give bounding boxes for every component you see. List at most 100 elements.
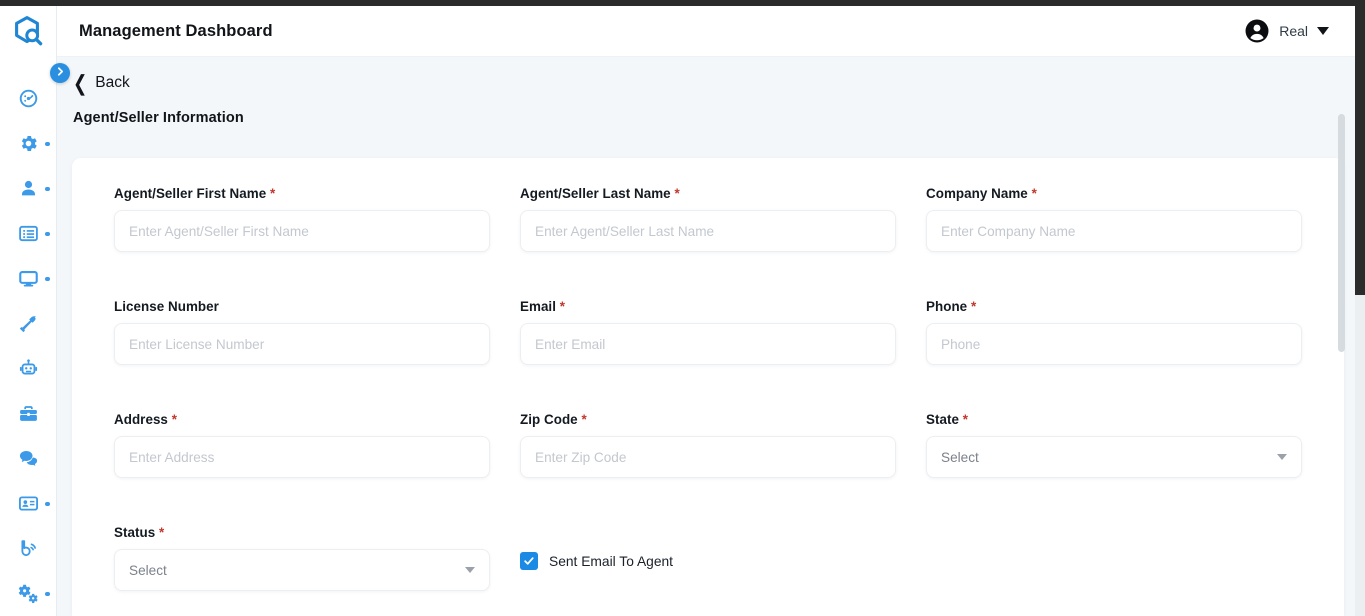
list-box-icon (18, 223, 39, 244)
required-asterisk: * (1031, 186, 1037, 201)
chat-bubbles-icon (18, 448, 39, 469)
app-header: Management Dashboard Real (57, 6, 1355, 57)
state-select[interactable]: Select (926, 436, 1302, 478)
account-circle-icon (1244, 18, 1270, 44)
email-input[interactable]: Enter Email (520, 323, 896, 365)
sidebar-item-jobs[interactable] (0, 391, 57, 436)
required-asterisk: * (159, 525, 165, 540)
sent-email-checkbox-row[interactable]: Sent Email To Agent (520, 525, 896, 570)
field-agent-first-name: Agent/Seller First Name * Enter Agent/Se… (114, 186, 490, 252)
gear-icon (18, 133, 39, 154)
license-number-input[interactable]: Enter License Number (114, 323, 490, 365)
person-icon (18, 178, 39, 199)
agent-first-name-input[interactable]: Enter Agent/Seller First Name (114, 210, 490, 252)
agent-last-name-input[interactable]: Enter Agent/Seller Last Name (520, 210, 896, 252)
speedometer-icon (18, 88, 39, 109)
field-label: Status * (114, 525, 165, 540)
field-zip-code: Zip Code * Enter Zip Code (520, 412, 896, 478)
required-asterisk: * (674, 186, 680, 201)
sidebar-item-listings[interactable] (0, 211, 57, 256)
sidebar-item-automation[interactable] (0, 346, 57, 391)
company-name-input[interactable]: Enter Company Name (926, 210, 1302, 252)
address-input[interactable]: Enter Address (114, 436, 490, 478)
sidebar-item-blog[interactable] (0, 526, 57, 571)
page-scrollbar-track[interactable] (1355, 0, 1365, 616)
field-label: Phone * (926, 299, 977, 314)
inner-scrollbar-track[interactable] (1338, 57, 1355, 616)
field-label: Address * (114, 412, 177, 427)
field-label: License Number (114, 299, 219, 314)
row-spacer (520, 365, 896, 412)
status-select-value: Select (129, 562, 167, 578)
sidebar-dot (45, 276, 50, 281)
form-card: Agent/Seller First Name * Enter Agent/Se… (72, 158, 1344, 616)
robot-icon (18, 358, 39, 379)
field-email: Email * Enter Email (520, 299, 896, 365)
chevron-down-icon (1277, 454, 1287, 460)
required-asterisk: * (962, 412, 969, 427)
sidebar (0, 6, 57, 616)
inner-scrollbar-thumb[interactable] (1338, 114, 1345, 352)
sidebar-item-users[interactable] (0, 166, 57, 211)
required-asterisk: * (171, 412, 177, 427)
required-asterisk: * (270, 186, 276, 201)
state-select-value: Select (941, 449, 979, 465)
field-state: State * Select (926, 412, 1302, 478)
back-label: Back (95, 74, 130, 91)
field-label: Agent/Seller Last Name * (520, 186, 680, 201)
id-card-icon (18, 493, 39, 514)
chevron-down-icon[interactable] (1317, 27, 1329, 35)
field-sent-email: Sent Email To Agent (520, 525, 896, 591)
sent-email-checkbox[interactable] (520, 552, 538, 570)
field-label: Zip Code * (520, 412, 587, 427)
field-company-name: Company Name * Enter Company Name (926, 186, 1302, 252)
field-label: Company Name * (926, 186, 1037, 201)
sidebar-nav (0, 57, 57, 616)
check-icon (524, 557, 534, 565)
field-label: Email * (520, 299, 566, 314)
chevron-down-icon (465, 567, 475, 573)
sidebar-item-monitor[interactable] (0, 256, 57, 301)
phone-input[interactable]: Phone (926, 323, 1302, 365)
form-grid: Agent/Seller First Name * Enter Agent/Se… (114, 186, 1302, 591)
field-label: State * (926, 412, 969, 427)
gears-icon (17, 583, 39, 605)
sidebar-dot (45, 141, 50, 146)
row-spacer (520, 252, 896, 299)
briefcase-icon (18, 403, 39, 424)
page-scrollbar-thumb[interactable] (1355, 0, 1365, 295)
status-select[interactable]: Select (114, 549, 490, 591)
chevron-left-icon: ❮ (73, 71, 88, 95)
sidebar-dot (45, 186, 50, 191)
brand-logo[interactable] (0, 6, 57, 57)
sidebar-toggle-button[interactable] (50, 63, 70, 83)
sidebar-item-contacts[interactable] (0, 481, 57, 526)
user-menu[interactable]: Real (1244, 18, 1337, 44)
required-asterisk: * (581, 412, 587, 427)
field-address: Address * Enter Address (114, 412, 490, 478)
required-asterisk: * (559, 299, 566, 314)
sent-email-label: Sent Email To Agent (549, 553, 673, 569)
main-content: ❮ Back Agent/Seller Information Agent/Se… (57, 57, 1355, 616)
row-spacer (926, 365, 1302, 412)
hammer-icon (18, 313, 39, 334)
row-spacer (114, 252, 490, 299)
home-search-logo-icon (15, 15, 43, 45)
zip-code-input[interactable]: Enter Zip Code (520, 436, 896, 478)
sidebar-item-messages[interactable] (0, 436, 57, 481)
back-button[interactable]: ❮ Back (57, 57, 1355, 95)
sidebar-item-dashboard[interactable] (0, 76, 57, 121)
sidebar-dot (45, 501, 50, 506)
app-root: Management Dashboard Real ❮ Back Agent/S… (0, 0, 1365, 616)
row-spacer (520, 478, 896, 525)
sidebar-item-configuration[interactable] (0, 571, 57, 616)
field-agent-last-name: Agent/Seller Last Name * Enter Agent/Sel… (520, 186, 896, 252)
sidebar-item-tools[interactable] (0, 301, 57, 346)
sidebar-item-settings[interactable] (0, 121, 57, 166)
required-asterisk: * (970, 299, 977, 314)
user-name-label: Real (1279, 23, 1308, 39)
row-spacer (926, 252, 1302, 299)
field-license-number: License Number Enter License Number (114, 299, 490, 365)
section-title: Agent/Seller Information (73, 110, 244, 126)
chevron-right-icon (55, 64, 66, 82)
